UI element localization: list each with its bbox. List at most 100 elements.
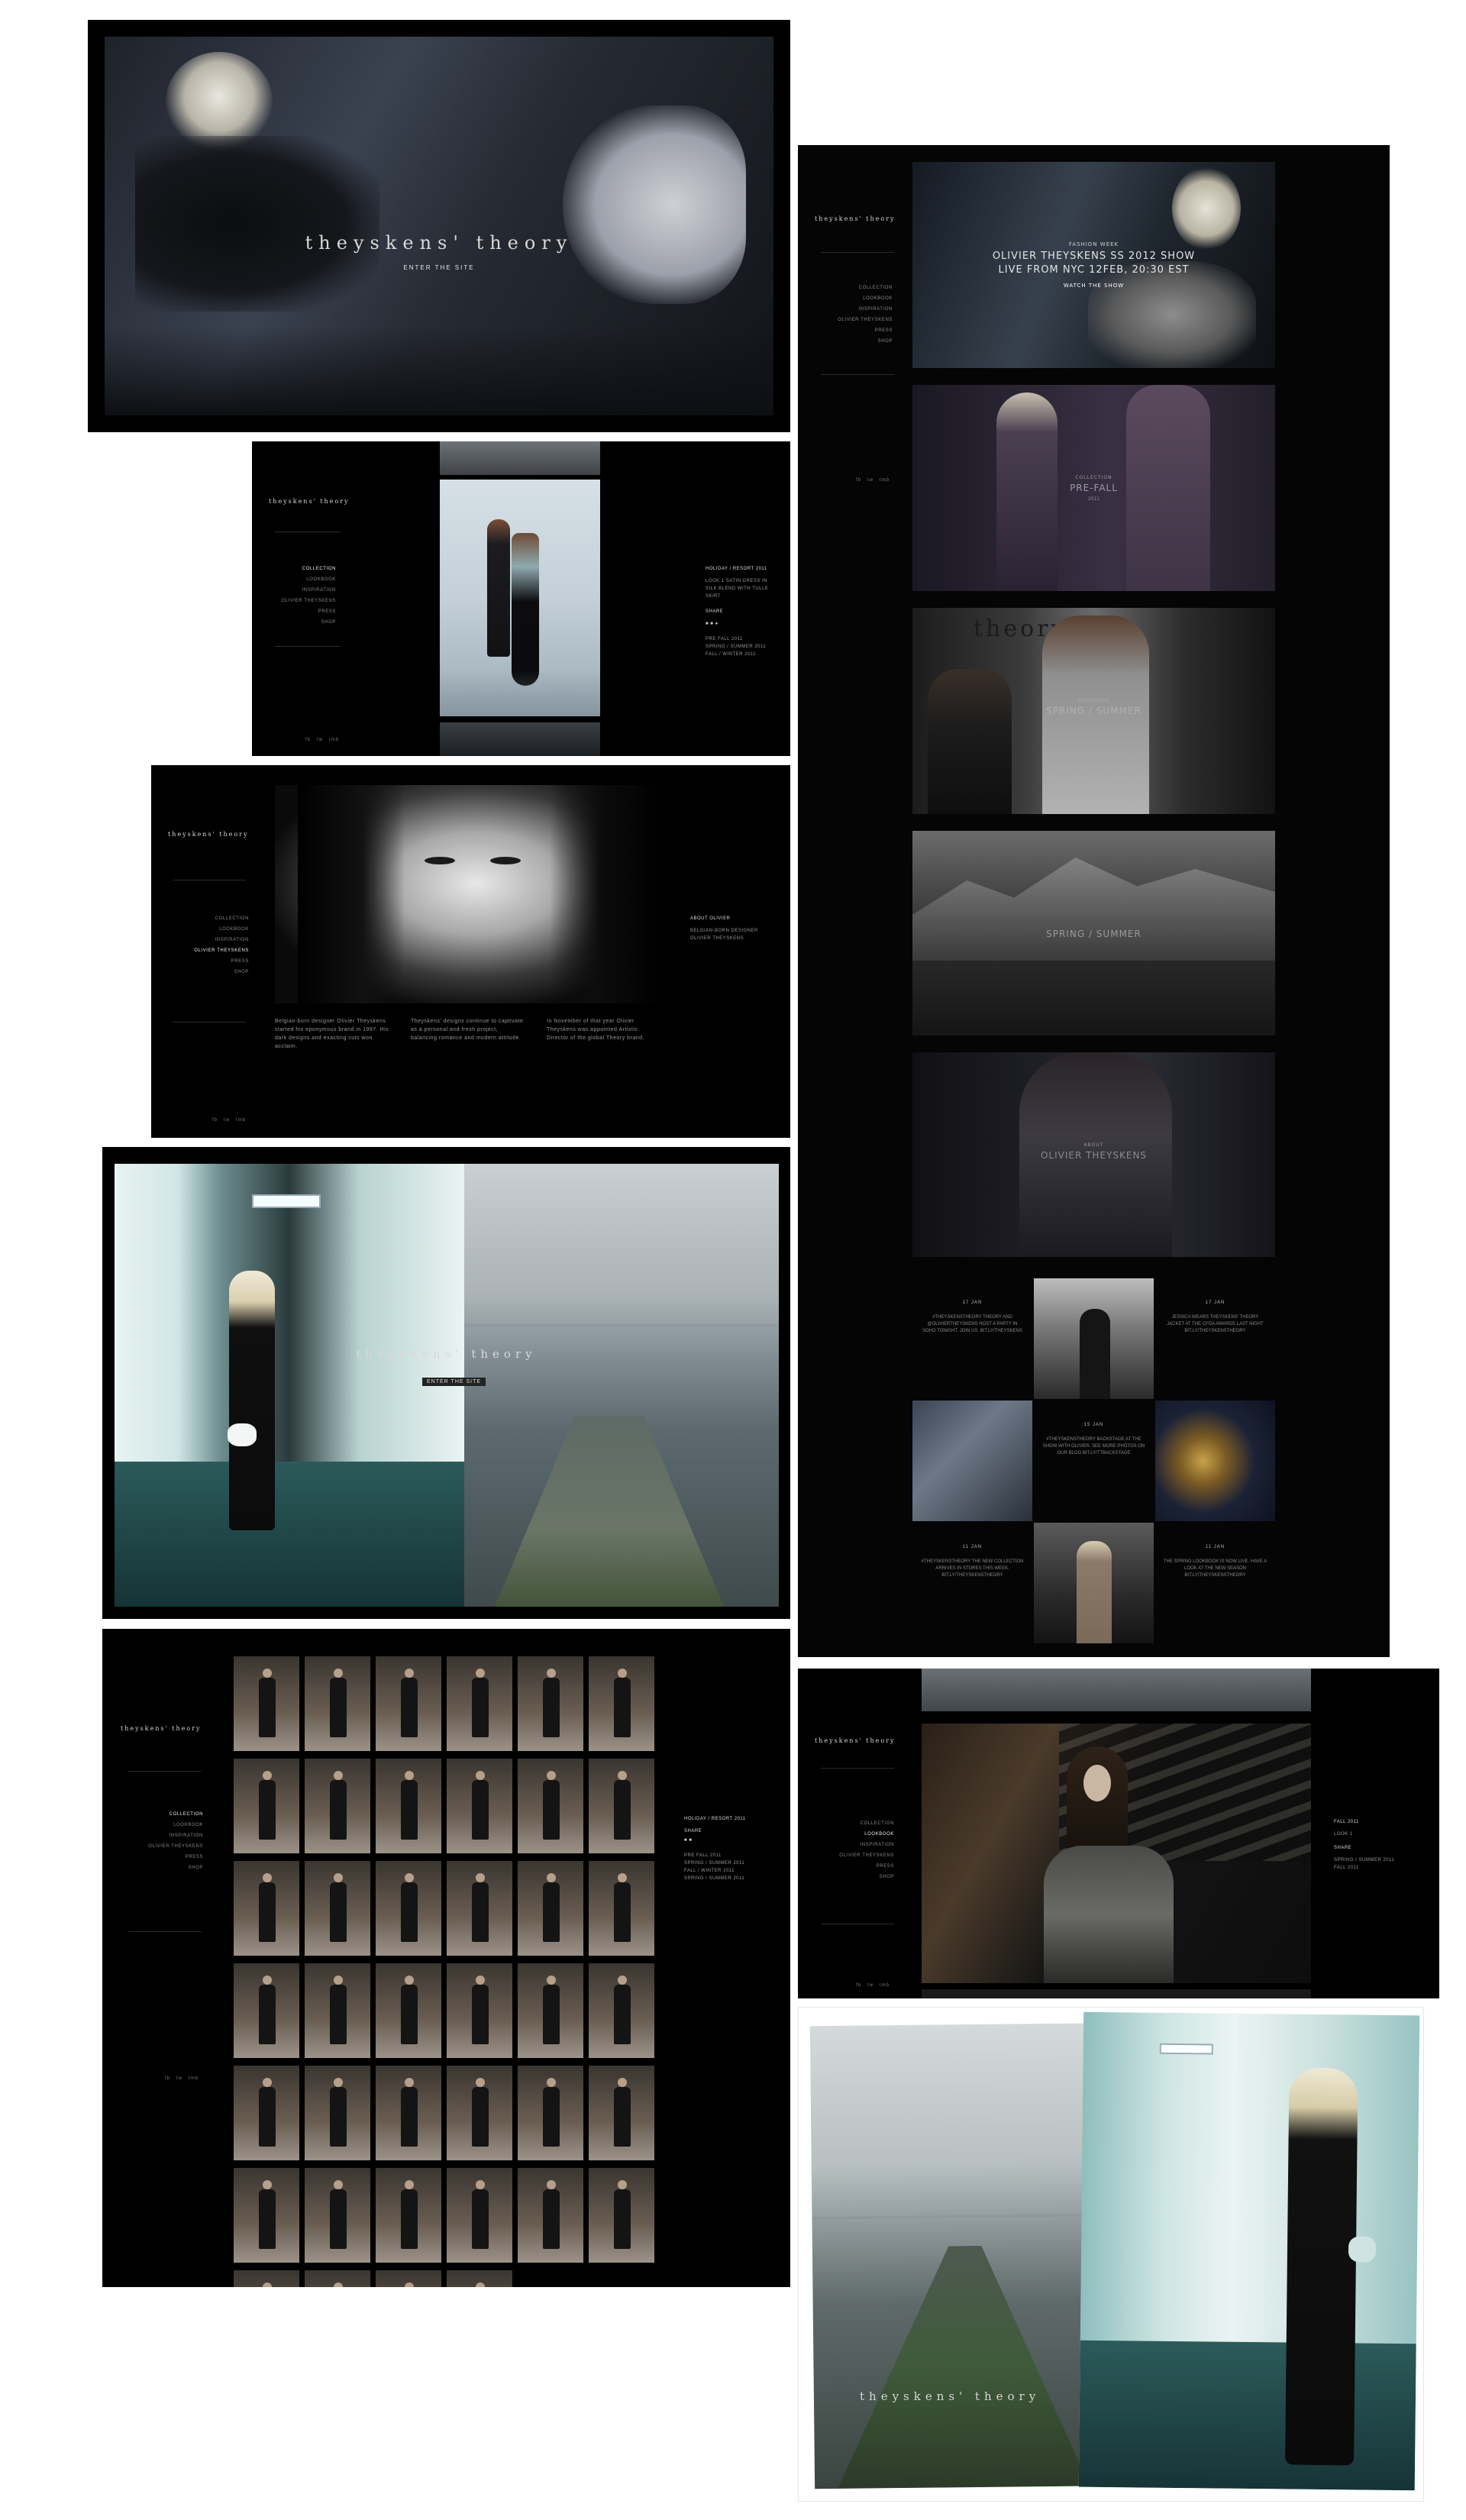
look-thumbnail[interactable] (305, 2270, 370, 2287)
facebook-link[interactable]: fb (165, 2076, 170, 2081)
splash-enter-link[interactable]: ENTER THE SITE (105, 264, 773, 271)
twitter-link[interactable]: tw (224, 1118, 230, 1123)
look-thumbnail[interactable] (589, 1759, 654, 1853)
twitter-link[interactable]: tw (317, 738, 323, 742)
nav-lookbook[interactable]: LOOKBOOK (275, 574, 336, 585)
look-thumbnail[interactable] (234, 2270, 299, 2287)
about-logo[interactable]: theyskens' theory (168, 831, 249, 838)
corridor-enter-link[interactable]: ENTER THE SITE (422, 1378, 486, 1386)
lookbook-logo[interactable]: theyskens' theory (815, 1737, 896, 1744)
facebook-link[interactable]: fb (856, 478, 861, 483)
feed-photo[interactable] (1155, 1401, 1275, 1521)
nav-olivier[interactable]: OLIVIER THEYSKENS (125, 1841, 203, 1852)
look-thumbnail[interactable] (305, 1759, 370, 1853)
nav-inspiration[interactable]: INSPIRATION (816, 304, 893, 315)
look-thumbnail[interactable] (376, 2168, 441, 2263)
look-thumbnail[interactable] (376, 1963, 441, 2058)
look-thumbnail[interactable] (234, 2066, 299, 2160)
feed-photo[interactable] (1034, 1278, 1154, 1399)
grid-list-item[interactable]: SPRING / SUMMER 2011 (684, 1859, 768, 1867)
tweet-card[interactable]: 11 JAN THE SPRING LOOKBOOK IS NOW LIVE. … (1155, 1523, 1275, 1643)
look-thumbnail[interactable] (305, 1656, 370, 1751)
nav-inspiration[interactable]: INSPIRATION (275, 585, 336, 596)
look-thumbnail[interactable] (376, 2066, 441, 2160)
look-thumbnail[interactable] (234, 1963, 299, 2058)
look-thumbnail[interactable] (447, 1963, 512, 2058)
nav-press[interactable]: PRESS (275, 606, 336, 617)
nav-inspiration[interactable]: INSPIRATION (125, 1830, 203, 1841)
nav-shop[interactable]: SHOP (275, 617, 336, 628)
look-thumbnail[interactable] (376, 2270, 441, 2287)
look-thumbnail[interactable] (447, 2168, 512, 2263)
tumblr-link[interactable]: tmb (880, 1983, 890, 1988)
facebook-link[interactable]: fb (305, 738, 311, 742)
nav-lookbook[interactable]: LOOKBOOK (125, 1820, 203, 1830)
facebook-link[interactable]: fb (856, 1983, 861, 1988)
tumblr-link[interactable]: tmb (329, 738, 339, 742)
lookbook-main-photo[interactable] (922, 1724, 1311, 1983)
look-thumbnail[interactable] (234, 1656, 299, 1751)
look-thumbnail[interactable] (305, 2066, 370, 2160)
collection-main-photo[interactable] (440, 480, 600, 716)
look-thumbnail[interactable] (589, 1861, 654, 1956)
look-thumbnail[interactable] (589, 2066, 654, 2160)
look-thumbnail[interactable] (589, 2168, 654, 2263)
feed-photo[interactable] (912, 1401, 1032, 1521)
lookbook-list-item[interactable]: SPRING / SUMMER 2011 (1334, 1856, 1418, 1864)
nav-collection[interactable]: COLLECTION (174, 913, 249, 924)
look-thumbnail[interactable] (518, 1861, 583, 1956)
collection-list-item[interactable]: PRE FALL 2011 (706, 635, 774, 643)
twitter-link[interactable]: tw (176, 2076, 182, 2081)
look-thumbnail[interactable] (447, 1861, 512, 1956)
look-thumbnail[interactable] (589, 1963, 654, 2058)
nav-inspiration[interactable]: INSPIRATION (174, 935, 249, 945)
nav-olivier[interactable]: OLIVIER THEYSKENS (816, 1850, 894, 1861)
lookbook-list-item[interactable]: FALL 2011 (1334, 1864, 1418, 1872)
look-thumbnail[interactable] (305, 1963, 370, 2058)
nav-press[interactable]: PRESS (125, 1852, 203, 1863)
collection-list-item[interactable]: SPRING / SUMMER 2011 (706, 643, 774, 651)
nav-press[interactable]: PRESS (816, 325, 893, 336)
look-thumbnail[interactable] (376, 1656, 441, 1751)
collection-logo[interactable]: theyskens' theory (269, 498, 350, 505)
nav-press[interactable]: PRESS (816, 1861, 894, 1872)
section-inspiration[interactable]: SPRING / SUMMER (912, 831, 1275, 1035)
look-thumbnail[interactable] (447, 2270, 512, 2287)
facebook-link[interactable]: fb (212, 1118, 218, 1123)
nav-lookbook[interactable]: LOOKBOOK (816, 293, 893, 304)
look-thumbnail[interactable] (518, 1759, 583, 1853)
nav-olivier[interactable]: OLIVIER THEYSKENS (816, 315, 893, 325)
home-logo[interactable]: theyskens' theory (815, 215, 896, 222)
look-thumbnail[interactable] (234, 1861, 299, 1956)
tweet-card[interactable]: 17 JAN #THEYSKENSTHEORY THEORY AND @OLIV… (912, 1278, 1032, 1399)
look-thumbnail[interactable] (518, 1656, 583, 1751)
collection-list-item[interactable]: FALL / WINTER 2011 (706, 651, 774, 658)
hero-cta[interactable]: WATCH THE SHOW (912, 283, 1275, 289)
nav-press[interactable]: PRESS (174, 956, 249, 967)
nav-lookbook[interactable]: LOOKBOOK (174, 924, 249, 935)
home-hero[interactable]: FASHION WEEK OLIVIER THEYSKENS SS 2012 S… (912, 162, 1275, 368)
tweet-card[interactable]: 11 JAN #THEYSKENSTHEORY THE NEW COLLECTI… (912, 1523, 1032, 1643)
section-lookbook[interactable]: theory LOOKBOOK SPRING / SUMMER 2011 (912, 608, 1275, 814)
tweet-card[interactable]: 17 JAN JESSICA WEARS THEYSKENS' THEORY J… (1155, 1278, 1275, 1399)
look-thumbnail[interactable] (234, 2168, 299, 2263)
look-thumbnail[interactable] (376, 1759, 441, 1853)
tumblr-link[interactable]: tmb (880, 478, 890, 483)
tumblr-link[interactable]: tmb (189, 2076, 199, 2081)
look-thumbnail[interactable] (376, 1861, 441, 1956)
nav-olivier[interactable]: OLIVIER THEYSKENS (174, 945, 249, 956)
look-thumbnail[interactable] (589, 1656, 654, 1751)
look-thumbnail[interactable] (447, 1656, 512, 1751)
nav-olivier[interactable]: OLIVIER THEYSKENS (275, 596, 336, 606)
nav-shop[interactable]: SHOP (816, 336, 893, 347)
look-thumbnail[interactable] (447, 2066, 512, 2160)
look-thumbnail[interactable] (234, 1759, 299, 1853)
look-thumbnail[interactable] (518, 1963, 583, 2058)
section-prefall[interactable]: COLLECTION PRE-FALL 2011 (912, 385, 1275, 591)
section-olivier[interactable]: ABOUT OLIVIER THEYSKENS (912, 1052, 1275, 1257)
nav-collection[interactable]: COLLECTION (125, 1809, 203, 1820)
twitter-link[interactable]: tw (867, 478, 873, 483)
grid-share-icons[interactable]: ■ ■ (684, 1837, 768, 1844)
grid-list-item[interactable]: PRE FALL 2011 (684, 1852, 768, 1859)
look-thumbnail[interactable] (305, 1861, 370, 1956)
